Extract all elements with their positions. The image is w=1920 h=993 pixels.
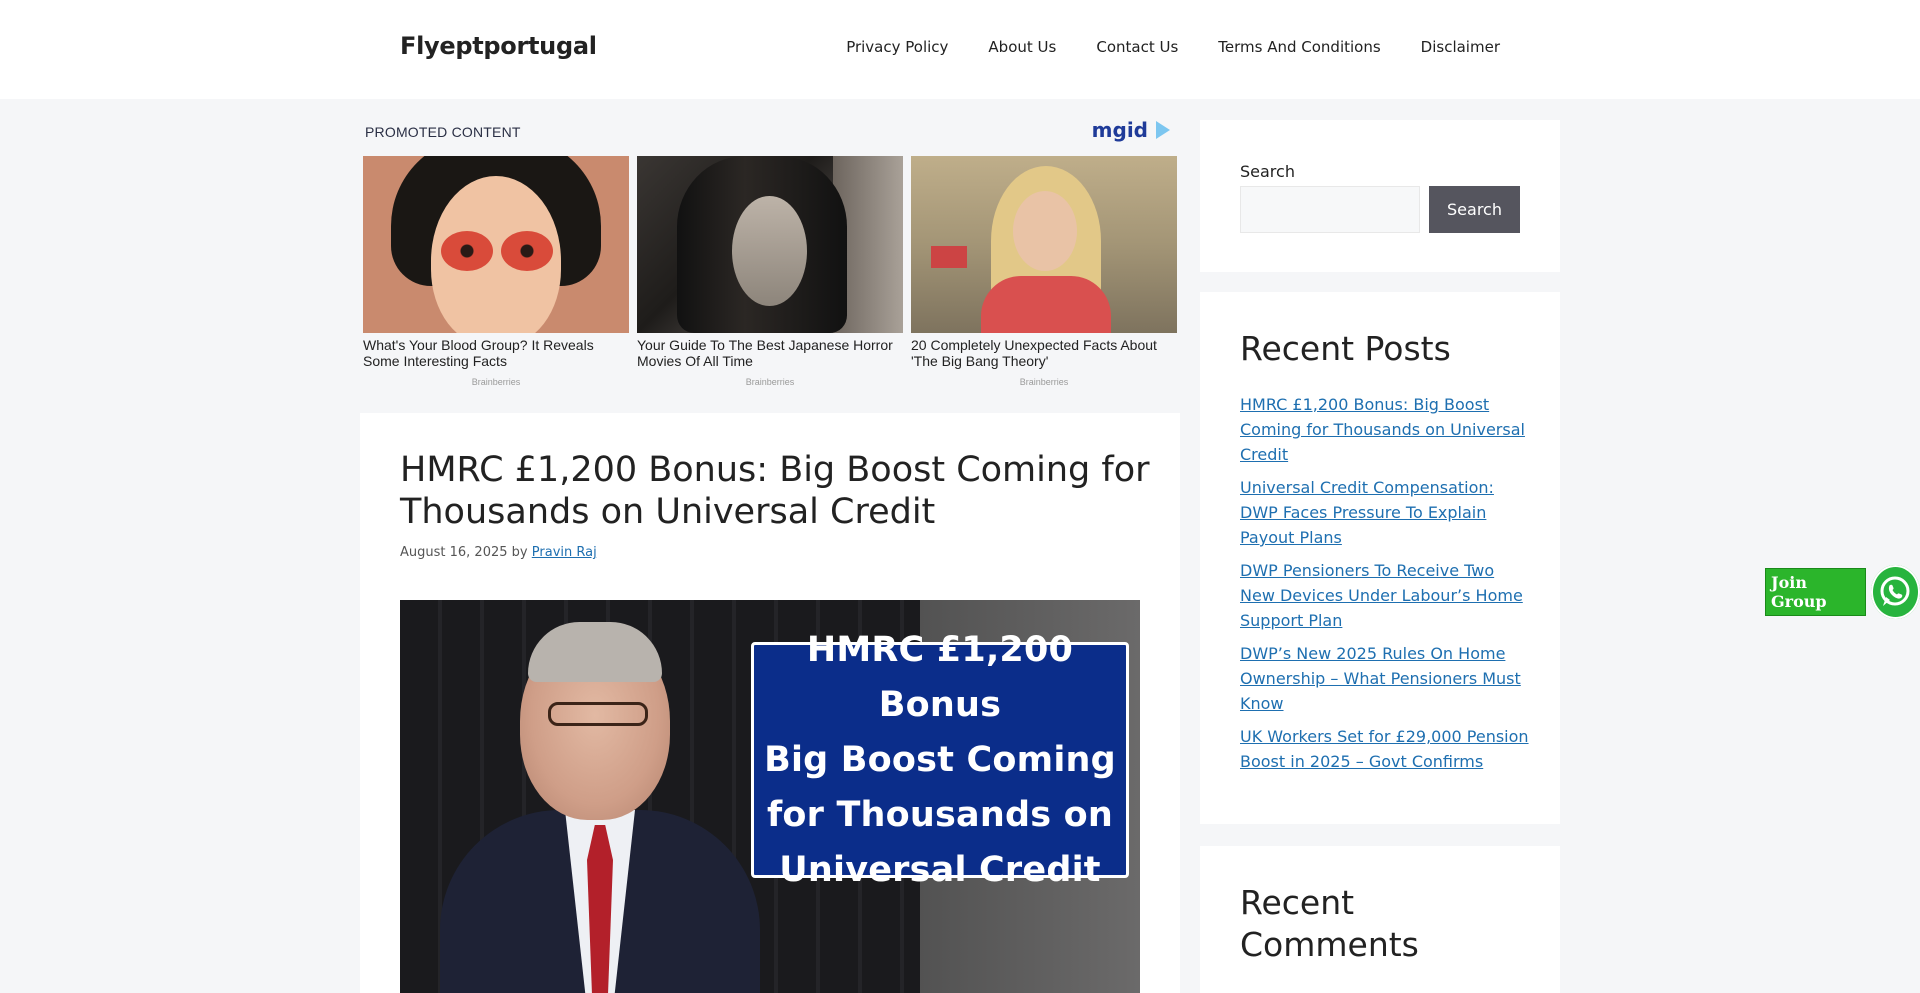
recent-comments-title: Recent Comments (1240, 883, 1419, 964)
mgid-play-icon (1156, 121, 1170, 139)
promo-card-source: Brainberries (471, 377, 521, 387)
mgid-logo[interactable]: mgid (1092, 118, 1170, 142)
hero-headline-text: HMRC £1,200 Bonus Big Boost Coming for T… (764, 629, 1116, 890)
promo-card[interactable]: What's Your Blood Group? It Reveals Some… (363, 156, 629, 387)
whatsapp-glyph-icon (1880, 576, 1910, 606)
promo-card-title[interactable]: Your Guide To The Best Japanese Horror M… (637, 337, 903, 369)
promo-image-makeup-face[interactable] (363, 156, 629, 333)
promo-card-title[interactable]: 20 Completely Unexpected Facts About 'Th… (911, 337, 1177, 369)
recent-posts-title: Recent Posts (1240, 329, 1451, 368)
nav-disclaimer[interactable]: Disclaimer (1421, 38, 1500, 56)
promo-card-source: Brainberries (1019, 377, 1069, 387)
article-by: by (511, 545, 528, 560)
whatsapp-icon[interactable] (1870, 565, 1920, 619)
search-input[interactable] (1240, 186, 1420, 233)
recent-post-link[interactable]: HMRC £1,200 Bonus: Big Boost Coming for … (1240, 395, 1525, 464)
search-widget: Search Search (1200, 120, 1560, 272)
promo-card-source: Brainberries (745, 377, 795, 387)
promo-card-title[interactable]: What's Your Blood Group? It Reveals Some… (363, 337, 629, 369)
author-link[interactable]: Pravin Raj (532, 545, 597, 560)
promoted-content: PROMOTED CONTENT mgid What's Your Blood … (360, 118, 1180, 393)
search-label: Search (1240, 162, 1295, 181)
article: HMRC £1,200 Bonus: Big Boost Coming for … (360, 413, 1180, 993)
recent-post-link[interactable]: UK Workers Set for £29,000 Pension Boost… (1240, 727, 1529, 771)
nav-contact-us[interactable]: Contact Us (1096, 38, 1178, 56)
join-group-button[interactable]: Join Group (1765, 568, 1866, 616)
site-header: Flyeptportugal Privacy Policy About Us C… (0, 0, 1920, 99)
article-hero-image: HMRC £1,200 Bonus Big Boost Coming for T… (400, 600, 1140, 993)
nav-about-us[interactable]: About Us (988, 38, 1056, 56)
promo-card[interactable]: Your Guide To The Best Japanese Horror M… (637, 156, 903, 387)
recent-posts-list: HMRC £1,200 Bonus: Big Boost Coming for … (1240, 392, 1530, 782)
site-title[interactable]: Flyeptportugal (400, 32, 597, 60)
article-meta: August 16, 2025 by Pravin Raj (400, 545, 597, 560)
main-nav: Privacy Policy About Us Contact Us Terms… (846, 38, 1500, 56)
mgid-logo-text: mgid (1091, 118, 1148, 142)
hero-headline-box: HMRC £1,200 Bonus Big Boost Coming for T… (751, 630, 1129, 890)
recent-post-link[interactable]: Universal Credit Compensation: DWP Faces… (1240, 478, 1494, 547)
list-item: HMRC £1,200 Bonus: Big Boost Coming for … (1240, 392, 1530, 467)
promo-image-blonde-woman[interactable] (911, 156, 1177, 333)
join-group-widget: Join Group (1765, 565, 1920, 619)
recent-posts-widget: Recent Posts HMRC £1,200 Bonus: Big Boos… (1200, 292, 1560, 824)
list-item: Universal Credit Compensation: DWP Faces… (1240, 475, 1530, 550)
recent-post-link[interactable]: DWP’s New 2025 Rules On Home Ownership –… (1240, 644, 1521, 713)
nav-terms-and-conditions[interactable]: Terms And Conditions (1218, 38, 1380, 56)
article-title: HMRC £1,200 Bonus: Big Boost Coming for … (400, 450, 1150, 532)
list-item: DWP Pensioners To Receive Two New Device… (1240, 558, 1530, 633)
recent-comments-widget: Recent Comments (1200, 846, 1560, 993)
promo-card[interactable]: 20 Completely Unexpected Facts About 'Th… (911, 156, 1177, 387)
article-date: August 16, 2025 (400, 545, 508, 560)
list-item: DWP’s New 2025 Rules On Home Ownership –… (1240, 641, 1530, 716)
search-button[interactable]: Search (1429, 186, 1520, 233)
promo-cards: What's Your Blood Group? It Reveals Some… (363, 156, 1177, 387)
promoted-content-label: PROMOTED CONTENT (365, 124, 521, 140)
nav-privacy-policy[interactable]: Privacy Policy (846, 38, 948, 56)
promo-image-horror-girl[interactable] (637, 156, 903, 333)
list-item: UK Workers Set for £29,000 Pension Boost… (1240, 724, 1530, 774)
recent-post-link[interactable]: DWP Pensioners To Receive Two New Device… (1240, 561, 1523, 630)
